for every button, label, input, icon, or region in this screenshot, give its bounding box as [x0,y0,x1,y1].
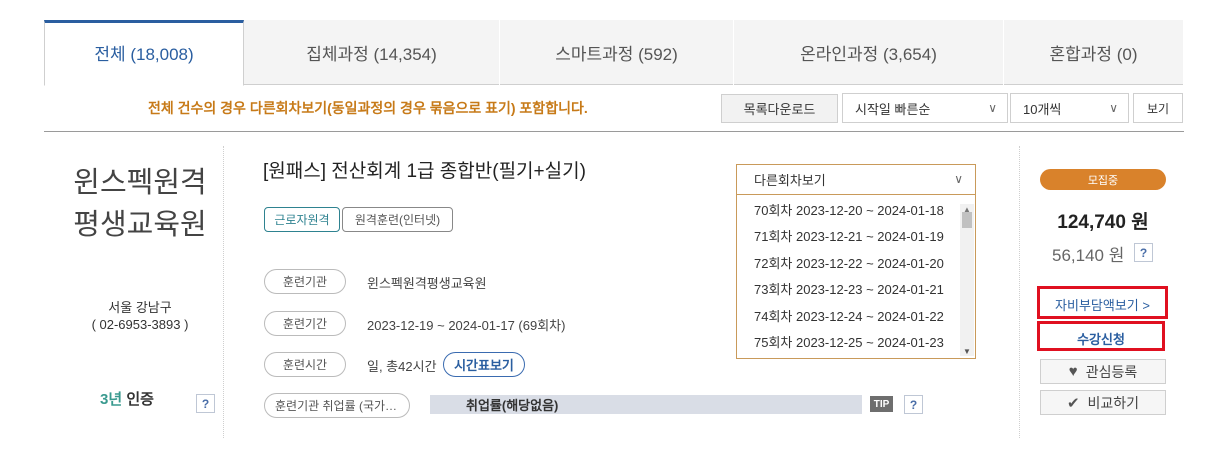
session-item[interactable]: 72회차 2023-12-22 ~ 2024-01-20 [737,249,960,276]
institution-phone: ( 02-6953-3893 ) [91,317,189,332]
chevron-down-icon: ∨ [988,101,997,115]
sessions-scrollbar[interactable]: ▲ ▼ [960,204,974,356]
page-size-value: 10개씩 [1023,101,1062,117]
scroll-down-arrow-icon[interactable]: ▼ [963,347,971,356]
list-divider [44,131,1184,132]
info-label-period: 훈련기간 [264,311,346,336]
employment-rate-bar: 취업률(해당없음) [430,395,862,414]
tab-all[interactable]: 전체 (18,008) [44,20,244,86]
other-sessions-header[interactable]: 다른회차보기 ∨ [737,165,975,195]
chevron-down-icon: ∨ [954,172,963,186]
tip-help-icon[interactable]: ? [904,395,923,414]
self-pay-link[interactable]: 자비부담액보기 > [1040,295,1165,314]
column-divider [223,146,224,438]
course-type-tabs: 전체 (18,008) 집체과정 (14,354) 스마트과정 (592) 온라… [44,20,1184,86]
session-item[interactable]: 73회차 2023-12-23 ~ 2024-01-21 [737,276,960,303]
view-button[interactable]: 보기 [1133,93,1183,123]
tab-blended[interactable]: 혼합과정 (0) [1004,20,1184,85]
other-sessions-list: 70회차 2023-12-20 ~ 2024-01-18 71회차 2023-1… [737,196,960,355]
session-item[interactable]: 74회차 2023-12-24 ~ 2024-01-22 [737,302,960,329]
page-size-select[interactable]: 10개씩 ∨ [1010,93,1129,123]
heart-icon: ♥ [1068,363,1078,380]
scroll-thumb[interactable] [962,212,972,228]
institution-name[interactable]: 윈스펙원격 평생교육원 [60,162,220,246]
wishlist-button[interactable]: ♥ 관심등록 [1040,359,1166,384]
other-sessions-dropdown[interactable]: 다른회차보기 ∨ 70회차 2023-12-20 ~ 2024-01-18 71… [736,164,976,359]
other-sessions-label: 다른회차보기 [754,173,826,188]
sort-select-value: 시작일 빠른순 [855,101,931,117]
enroll-button[interactable]: 수강신청 [1040,329,1162,348]
tab-classroom[interactable]: 집체과정 (14,354) [244,20,500,85]
price-help-icon[interactable]: ? [1134,243,1153,262]
info-value-institution: 윈스펙원격평생교육원 [367,276,487,291]
timetable-button[interactable]: 시간표보기 [443,352,525,377]
self-pay-price: 56,140 원 [1052,246,1125,265]
tab-smart[interactable]: 스마트과정 (592) [500,20,734,85]
count-notice: 전체 건수의 경우 다른회차보기(동일과정의 경우 묶음으로 표기) 포함합니다… [148,100,588,116]
compare-button[interactable]: ✔ 비교하기 [1040,390,1166,415]
check-icon: ✔ [1066,394,1080,412]
tab-online[interactable]: 온라인과정 (3,654) [734,20,1004,85]
info-value-hours: 일, 총42시간 [367,359,437,374]
info-value-period: 2023-12-19 ~ 2024-01-17 (69회차) [367,318,566,333]
certification-badge: 3년 인증 [100,388,154,409]
session-item[interactable]: 75회차 2023-12-25 ~ 2024-01-23 [737,329,960,356]
self-pay-link-highlight: 자비부담액보기 > [1037,286,1168,319]
cert-help-icon[interactable]: ? [196,394,215,413]
enroll-button-highlight: 수강신청 [1037,321,1165,351]
info-label-institution: 훈련기관 [264,269,346,294]
institution-name-line1: 윈스펙원격 [73,167,207,199]
info-label-hours: 훈련시간 [264,352,346,377]
cert-label: 인증 [126,391,154,408]
institution-location: 서울 강남구 [108,300,172,315]
wishlist-label: 관심등록 [1085,363,1138,380]
employment-rate-select[interactable]: 훈련기관 취업률 (국가… [264,393,410,418]
tag-worker-remote: 근로자원격 [264,207,340,232]
list-download-button[interactable]: 목록다운로드 [721,94,838,123]
chevron-down-icon: ∨ [1109,101,1118,115]
cert-years: 3년 [100,391,123,408]
institution-contact: 서울 강남구 ( 02-6953-3893 ) [60,299,220,333]
employment-rate-value: 취업률(해당없음) [466,398,559,413]
session-item[interactable]: 71회차 2023-12-21 ~ 2024-01-19 [737,223,960,250]
tip-badge[interactable]: TIP [870,396,893,412]
column-divider [1019,146,1020,438]
sort-select[interactable]: 시작일 빠른순 ∨ [842,93,1008,123]
institution-name-line2: 평생교육원 [73,209,207,241]
compare-label: 비교하기 [1087,394,1140,411]
course-title[interactable]: [원패스] 전산회계 1급 종합반(필기+실기) [263,156,586,183]
status-badge: 모집중 [1040,169,1166,190]
tag-remote-internet: 원격훈련(인터넷) [342,207,453,232]
course-price: 124,740 원 [1057,212,1149,233]
session-item[interactable]: 70회차 2023-12-20 ~ 2024-01-18 [737,196,960,223]
